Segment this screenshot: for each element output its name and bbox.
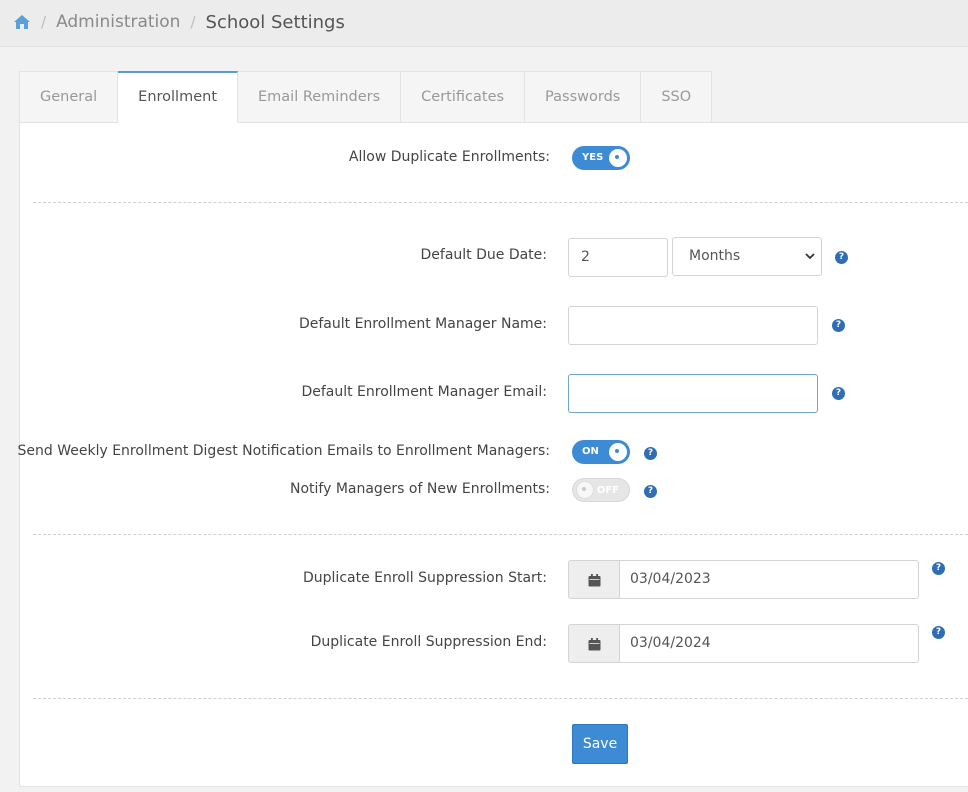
top-bar: / Administration / School Settings [0, 0, 968, 47]
suppression-start-input[interactable]: 03/04/2023 [619, 560, 919, 599]
manager-email-label: Default Enrollment Manager Email: [301, 384, 547, 400]
tab-passwords[interactable]: Passwords [525, 71, 642, 123]
tab-sso[interactable]: SSO [641, 71, 713, 123]
tab-general[interactable]: General [19, 71, 119, 123]
suppression-start-picker: 03/04/2023 [568, 560, 919, 599]
help-icon[interactable]: ? [835, 251, 848, 264]
due-date-label: Default Due Date: [420, 247, 548, 263]
manager-email-input[interactable] [568, 374, 818, 413]
due-date-input[interactable]: 2 [568, 238, 668, 277]
calendar-icon [588, 638, 601, 651]
section-divider [33, 202, 968, 203]
home-icon[interactable] [13, 14, 31, 30]
weekly-digest-toggle[interactable]: ON [572, 440, 630, 464]
section-divider [33, 698, 968, 699]
save-button[interactable]: Save [572, 724, 628, 764]
manager-name-label: Default Enrollment Manager Name: [298, 316, 547, 332]
section-divider [33, 534, 968, 535]
allow-duplicate-toggle[interactable]: YES [572, 146, 630, 170]
help-icon[interactable]: ? [932, 562, 945, 575]
help-icon[interactable]: ? [832, 387, 845, 400]
toggle-text: YES [582, 152, 604, 163]
help-icon[interactable]: ? [644, 485, 657, 498]
breadcrumb-separator: / [41, 13, 47, 31]
tab-enrollment[interactable]: Enrollment [118, 71, 238, 123]
toggle-knob [576, 481, 594, 499]
toggle-text: ON [582, 446, 599, 457]
suppression-start-label: Duplicate Enroll Suppression Start: [303, 570, 547, 586]
page-title: School Settings [205, 11, 345, 33]
weekly-digest-label: Send Weekly Enrollment Digest Notificati… [17, 443, 551, 459]
due-date-unit-select[interactable]: Months [672, 237, 822, 276]
help-icon[interactable]: ? [832, 319, 845, 332]
toggle-knob [609, 149, 627, 167]
calendar-button[interactable] [568, 624, 619, 663]
settings-tabs: General Enrollment Email Reminders Certi… [19, 71, 713, 123]
toggle-text: OFF [596, 485, 619, 496]
notify-managers-toggle[interactable]: OFF [572, 478, 630, 502]
calendar-icon [588, 574, 601, 587]
breadcrumb-separator: / [190, 13, 196, 31]
suppression-end-label: Duplicate Enroll Suppression End: [310, 634, 547, 650]
notify-managers-label: Notify Managers of New Enrollments: [289, 481, 550, 497]
chevron-down-icon [805, 253, 815, 260]
breadcrumb: / Administration / School Settings [13, 11, 345, 33]
due-date-unit-value: Months [689, 248, 741, 264]
toggle-knob [609, 443, 627, 461]
tab-email-reminders[interactable]: Email Reminders [238, 71, 402, 123]
suppression-end-picker: 03/04/2024 [568, 624, 919, 663]
suppression-end-input[interactable]: 03/04/2024 [619, 624, 919, 663]
breadcrumb-administration[interactable]: Administration [56, 12, 180, 32]
help-icon[interactable]: ? [644, 447, 657, 460]
tab-certificates[interactable]: Certificates [401, 71, 526, 123]
help-icon[interactable]: ? [932, 626, 945, 639]
manager-name-input[interactable] [568, 306, 818, 345]
allow-duplicate-label: Allow Duplicate Enrollments: [348, 149, 550, 165]
calendar-button[interactable] [568, 560, 619, 599]
